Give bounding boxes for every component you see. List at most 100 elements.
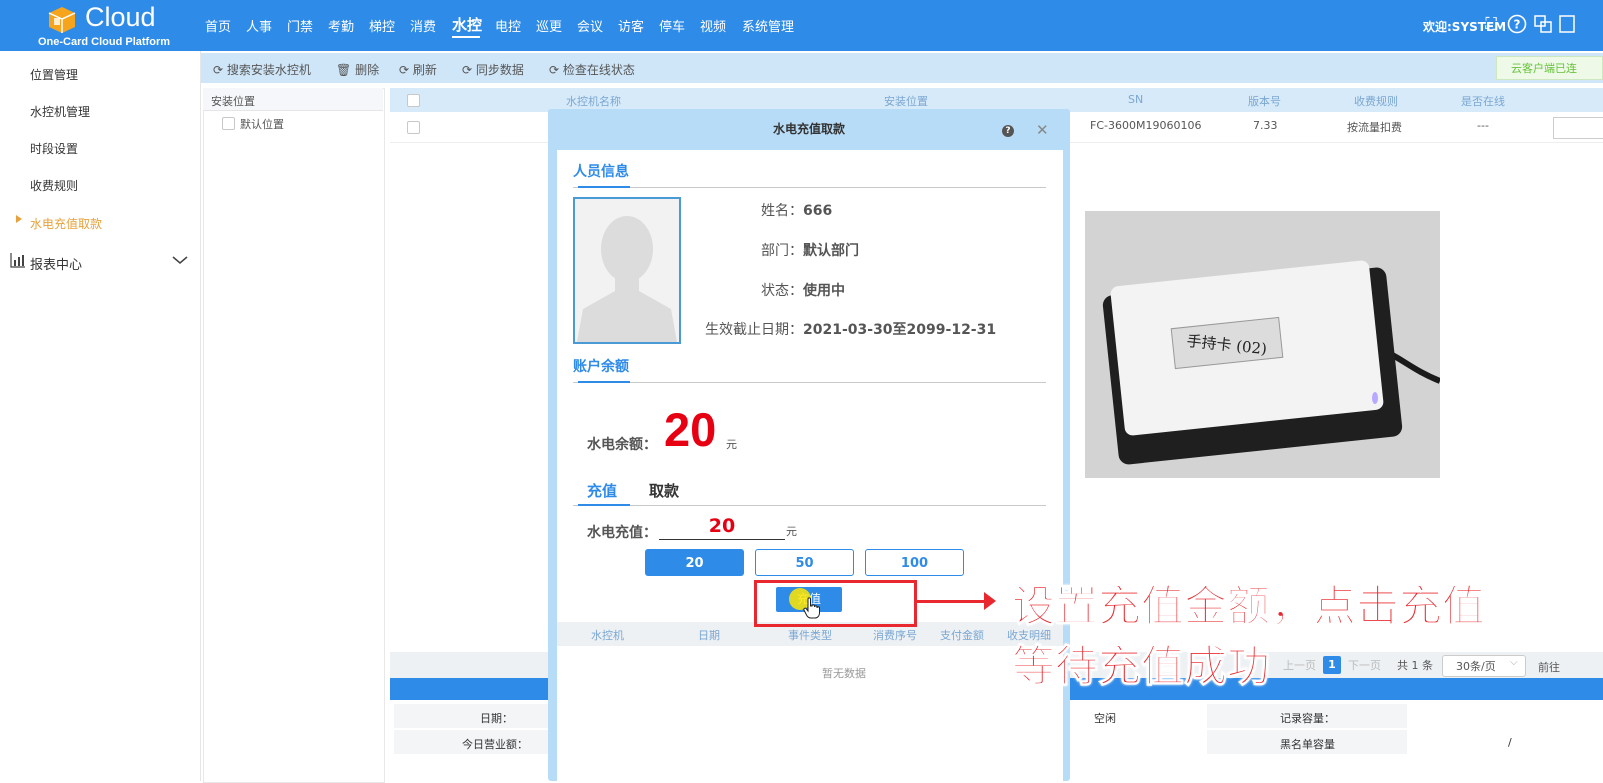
name-row: 姓名：666 <box>761 200 832 220</box>
cloud-status-badge: 云客户端已连 <box>1496 56 1603 80</box>
chevron-down-icon[interactable] <box>172 254 188 266</box>
nav-home[interactable]: 首页 <box>205 16 231 35</box>
info-status-value: 空闲 <box>1094 712 1116 725</box>
pager-next[interactable]: 下一页 <box>1348 657 1381 673</box>
check-online-label: 检查在线状态 <box>562 63 635 77</box>
balance-label: 水电余额： <box>587 437 657 453</box>
delete-label: 删除 <box>355 63 380 77</box>
sync-label: 同步数据 <box>475 63 524 77</box>
select-chevron-icon: ⌵ <box>1510 657 1518 668</box>
sidebar-item-recharge[interactable]: 水电充值取款 <box>30 215 102 232</box>
sidebar-item-time-settings[interactable]: 时段设置 <box>30 140 78 157</box>
person-section-title: 人员信息 <box>573 164 629 180</box>
close-icon[interactable]: ✕ <box>1036 121 1049 139</box>
tree-header-label: 安装位置 <box>211 95 255 108</box>
section-divider <box>573 187 1046 188</box>
info-blacklist-label: 黑名单容量 <box>1280 738 1335 751</box>
log-th-serial: 消费序号 <box>873 629 917 642</box>
balance-value: 20 <box>664 403 717 456</box>
section-underline <box>578 186 630 188</box>
card-reader-image: 手持卡 (02) <box>1085 211 1440 478</box>
th-device-name: 水控机名称 <box>566 95 621 108</box>
status-row: 状态：使用中 <box>761 280 845 300</box>
nav-meeting[interactable]: 会议 <box>577 16 603 35</box>
tree-item-default[interactable]: 默认位置 <box>240 116 284 132</box>
avatar-placeholder-icon <box>575 199 679 342</box>
nav-visitor[interactable]: 访客 <box>618 16 644 35</box>
th-online: 是否在线 <box>1461 95 1505 108</box>
info-date-label: 日期： <box>480 712 513 725</box>
recharge-label: 水电充值： <box>587 525 657 541</box>
check-online-button[interactable]: ⟳ 检查在线状态 <box>549 61 635 78</box>
pager-total: 共 1 条 <box>1397 659 1433 672</box>
sidebar-item-location[interactable]: 位置管理 <box>30 66 78 83</box>
page-size-value: 30条/页 <box>1456 660 1496 673</box>
nav-parking[interactable]: 停车 <box>659 16 685 35</box>
nav-access[interactable]: 门禁 <box>287 16 313 35</box>
card-reader-photo: 手持卡 (02) <box>1085 211 1440 478</box>
tree-checkbox[interactable] <box>222 117 235 130</box>
empty-text: 暂无数据 <box>822 667 866 680</box>
annotation-line-1: 设置充值金额，点击充值 <box>1012 582 1486 633</box>
logout-icon[interactable] <box>1558 14 1578 34</box>
nav-attendance[interactable]: 考勤 <box>328 16 354 35</box>
valid-label: 生效截止日期： <box>705 322 803 338</box>
help-icon[interactable]: ? <box>1507 14 1527 34</box>
th-install-location: 安装位置 <box>884 95 928 108</box>
dept-label: 部门： <box>761 243 803 259</box>
log-th-date: 日期 <box>698 629 720 642</box>
name-label: 姓名： <box>761 203 803 219</box>
svg-text:?: ? <box>1514 18 1521 32</box>
pager-goto: 前往 <box>1538 661 1560 674</box>
language-icon[interactable] <box>1533 14 1553 34</box>
tab-divider <box>573 505 1046 506</box>
amount-100-button[interactable]: 100 <box>865 549 964 576</box>
search-devices-button[interactable]: ⟳ 搜索安装水控机 <box>213 61 311 78</box>
fullscreen-icon[interactable]: ⛶ <box>1481 14 1501 34</box>
delete-button[interactable]: 🗑 删除 <box>336 61 379 78</box>
amount-50-button[interactable]: 50 <box>755 549 854 576</box>
select-all-checkbox[interactable] <box>407 94 420 107</box>
cell-online: --- <box>1477 119 1489 132</box>
info-label-cell <box>394 704 549 728</box>
recharge-amount-value: 20 <box>708 515 736 537</box>
row-checkbox[interactable] <box>407 121 420 134</box>
sync-button[interactable]: ⟳ 同步数据 <box>462 61 524 78</box>
active-arrow-icon <box>16 215 22 223</box>
nav-video[interactable]: 视频 <box>700 16 726 35</box>
th-sn: SN <box>1128 93 1144 106</box>
section-underline <box>578 381 630 383</box>
info-blacklist-value: / <box>1508 736 1512 749</box>
avatar <box>573 197 681 344</box>
sidebar <box>0 51 201 781</box>
status-label: 状态： <box>761 283 803 299</box>
dept-row: 部门：默认部门 <box>761 240 859 260</box>
annotation-line-2: 等待充值成功 <box>1012 642 1271 693</box>
nav-consumption[interactable]: 消费 <box>410 16 436 35</box>
top-header: Cloud One-Card Cloud Platform 首页 人事 门禁 考… <box>0 0 1603 51</box>
pager-prev[interactable]: 上一页 <box>1283 657 1316 673</box>
nav-patrol[interactable]: 巡更 <box>536 16 562 35</box>
dialog-title: 水电充值取款 <box>772 122 845 136</box>
sidebar-item-charge-rules[interactable]: 收费规则 <box>30 177 78 194</box>
pager-current-page[interactable]: 1 <box>1323 656 1341 674</box>
logo-subtitle: One-Card Cloud Platform <box>38 36 171 48</box>
log-th-amount: 支付金额 <box>940 629 984 642</box>
dialog-help-icon[interactable]: ? <box>1002 125 1014 137</box>
recharge-unit: 元 <box>786 525 797 538</box>
cell-version: 7.33 <box>1253 119 1278 132</box>
nav-water-control[interactable]: 水控 <box>452 14 482 35</box>
sidebar-item-water-devices[interactable]: 水控机管理 <box>30 103 90 120</box>
info-record-capacity-label: 记录容量： <box>1280 712 1335 725</box>
nav-personnel[interactable]: 人事 <box>246 16 272 35</box>
tab-withdraw[interactable]: 取款 <box>649 480 679 501</box>
row-action-button[interactable] <box>1553 117 1603 139</box>
refresh-button[interactable]: ⟳ 刷新 <box>399 61 437 78</box>
sidebar-item-reports[interactable]: 报表中心 <box>30 254 82 273</box>
amount-20-button[interactable]: 20 <box>645 549 744 576</box>
tab-recharge[interactable]: 充值 <box>587 480 617 501</box>
nav-elevator[interactable]: 梯控 <box>369 16 395 35</box>
nav-power-control[interactable]: 电控 <box>495 16 521 35</box>
nav-system[interactable]: 系统管理 <box>742 16 794 35</box>
log-th-event: 事件类型 <box>788 629 832 642</box>
